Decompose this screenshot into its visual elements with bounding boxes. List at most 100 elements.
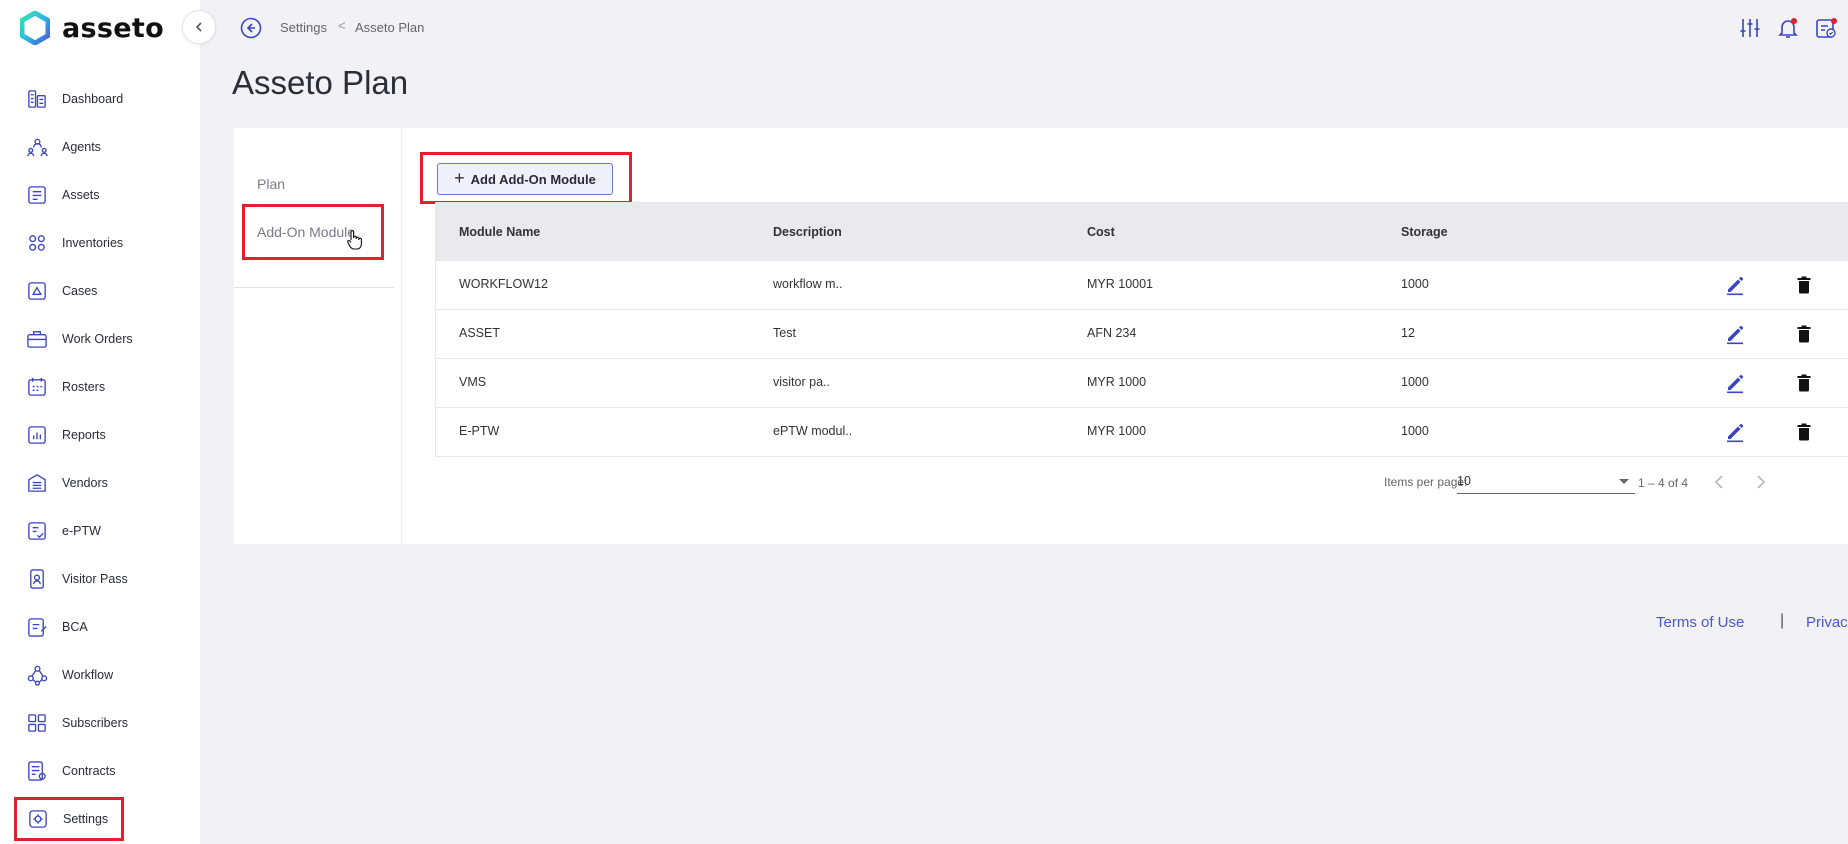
footer-separator: |	[1780, 612, 1785, 629]
pagination: Items per page: 10 1 – 4 of 4	[1384, 468, 1848, 498]
sidebar-item-label: Assets	[62, 188, 100, 202]
page-title: Asseto Plan	[232, 64, 409, 101]
cell-storage: 1000	[1401, 277, 1429, 291]
add-on-module-table: Module Name Description Cost Storage WOR…	[435, 202, 1848, 457]
sidebar-item-label: Cases	[62, 284, 98, 298]
sidebar-item-workflow[interactable]: Workflow	[14, 653, 124, 697]
delete-icon[interactable]	[1793, 323, 1815, 345]
sidebar-item-label: Contracts	[62, 764, 116, 778]
cell-storage: 12	[1401, 326, 1415, 340]
sliders-icon[interactable]	[1738, 16, 1762, 40]
edit-icon[interactable]	[1724, 372, 1746, 394]
asseto-logo-icon	[20, 11, 50, 45]
back-icon[interactable]	[240, 17, 262, 39]
sidebar-item-label: Reports	[62, 428, 106, 442]
next-page-icon[interactable]	[1750, 472, 1770, 492]
items-per-page-select[interactable]: 10	[1457, 470, 1635, 494]
cell-module-name: E-PTW	[459, 424, 500, 438]
sidebar-item-contracts[interactable]: Contracts	[14, 749, 124, 793]
brand-name: asseto	[62, 12, 164, 44]
column-header-storage[interactable]: Storage	[1401, 225, 1448, 239]
table-row: E-PTW ePTW modul.. MYR 1000 1000	[436, 407, 1848, 456]
sidebar-item-visitor-pass[interactable]: Visitor Pass	[14, 557, 128, 601]
sidebar-item-subscribers[interactable]: Subscribers	[14, 701, 128, 745]
cell-description: Test	[773, 326, 796, 340]
settings-tabs: Plan Add-On Module	[234, 128, 402, 544]
pagination-range: 1 – 4 of 4	[1638, 476, 1689, 490]
bell-icon[interactable]	[1776, 16, 1800, 40]
assets-icon	[28, 186, 46, 204]
terms-of-use-link[interactable]: Terms of Use	[1656, 614, 1744, 631]
subscribers-icon	[28, 714, 46, 732]
sidebar-item-e-ptw[interactable]: e-PTW	[14, 509, 124, 553]
hand-cursor-icon	[347, 230, 362, 250]
column-header-module-name[interactable]: Module Name	[459, 225, 540, 239]
sidebar-item-settings[interactable]: Settings	[14, 797, 124, 841]
vendors-icon	[28, 474, 46, 492]
sidebar-item-work-orders[interactable]: Work Orders	[14, 317, 133, 361]
rosters-icon	[28, 377, 46, 396]
chevron-left-icon	[195, 22, 202, 32]
workflow-icon	[27, 665, 48, 686]
sidebar-item-label: Inventories	[62, 236, 124, 250]
sidebar-item-label: Vendors	[62, 476, 108, 490]
tab-plan-label: Plan	[257, 176, 286, 192]
tab-add-on-module-label: Add-On Module	[257, 224, 356, 240]
sidebar-item-label: Settings	[63, 812, 109, 826]
sidebar-item-label: Agents	[62, 140, 101, 154]
cell-module-name: ASSET	[459, 326, 500, 340]
tabs-divider	[234, 287, 394, 288]
sidebar-item-inventories[interactable]: Inventories	[14, 221, 124, 265]
sidebar-item-bca[interactable]: BCA	[14, 605, 124, 649]
previous-page-icon[interactable]	[1710, 472, 1730, 492]
sidebar-item-label: Workflow	[62, 668, 114, 682]
plan-card: Plan Add-On Module + Add Add-On Module M…	[234, 128, 1848, 544]
breadcrumb-current: Asseto Plan	[355, 20, 425, 35]
sidebar-item-rosters[interactable]: Rosters	[14, 365, 124, 409]
privacy-link[interactable]: Privac	[1806, 614, 1848, 631]
cell-cost: MYR 10001	[1087, 277, 1154, 291]
sidebar-item-assets[interactable]: Assets	[14, 173, 124, 217]
bca-icon	[28, 618, 47, 637]
sidebar-item-dashboard[interactable]: Dashboard	[14, 77, 124, 121]
eptw-icon	[28, 522, 46, 540]
edit-icon[interactable]	[1724, 421, 1746, 443]
table-body: WORKFLOW12 workflow m.. MYR 10001 1000 ASSET…	[436, 260, 1848, 456]
column-header-cost[interactable]: Cost	[1087, 225, 1115, 239]
delete-icon[interactable]	[1793, 421, 1815, 443]
items-per-page-value: 10	[1457, 474, 1471, 488]
table-row: WORKFLOW12 workflow m.. MYR 10001 1000	[436, 260, 1848, 309]
column-header-description[interactable]: Description	[773, 225, 842, 239]
cell-module-name: VMS	[459, 375, 487, 389]
cell-description: ePTW modul..	[773, 424, 853, 438]
sidebar-item-label: Rosters	[62, 380, 106, 394]
table-header: Module Name Description Cost Storage	[436, 203, 1848, 260]
cell-cost: MYR 1000	[1087, 375, 1147, 389]
sidebar-item-reports[interactable]: Reports	[14, 413, 124, 457]
logo: asseto	[20, 11, 164, 45]
collapse-sidebar-button[interactable]	[182, 10, 216, 44]
edit-icon[interactable]	[1724, 274, 1746, 296]
sidebar-item-label: BCA	[62, 620, 88, 634]
delete-icon[interactable]	[1793, 372, 1815, 394]
agents-icon	[27, 138, 48, 157]
delete-icon[interactable]	[1793, 274, 1815, 296]
work-orders-icon	[27, 331, 47, 348]
edit-icon[interactable]	[1724, 323, 1746, 345]
cell-cost: AFN 234	[1087, 326, 1137, 340]
tab-add-on-module[interactable]: Add-On Module	[242, 204, 384, 260]
sidebar-item-vendors[interactable]: Vendors	[14, 461, 124, 505]
sidebar-item-cases[interactable]: Cases	[14, 269, 124, 313]
reports-icon	[28, 426, 46, 444]
tasks-icon[interactable]	[1814, 16, 1838, 40]
contracts-icon	[28, 761, 46, 781]
sidebar-item-agents[interactable]: Agents	[14, 125, 124, 169]
cell-storage: 1000	[1401, 375, 1429, 389]
sidebar-item-label: Subscribers	[62, 716, 128, 730]
cell-description: workflow m..	[773, 277, 843, 291]
sidebar-item-label: e-PTW	[62, 524, 101, 538]
breadcrumb-settings[interactable]: Settings	[280, 20, 327, 35]
table-row: VMS visitor pa.. MYR 1000 1000	[436, 358, 1848, 407]
add-add-on-module-button[interactable]: + Add Add-On Module	[437, 163, 613, 195]
dashboard-icon	[28, 90, 46, 108]
